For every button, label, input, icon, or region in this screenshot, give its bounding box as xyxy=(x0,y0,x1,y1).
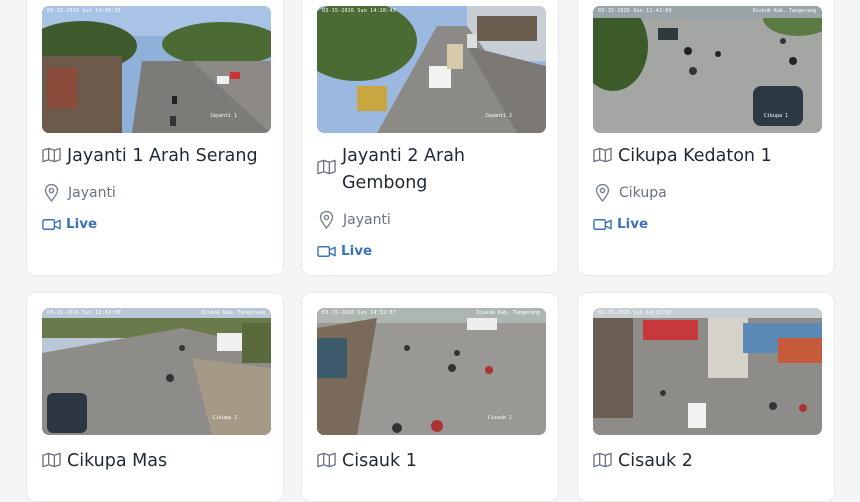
camera-overlay-label: Cikupa 2 xyxy=(212,415,237,421)
camera-card[interactable]: 03-15-2026 Sun 14:32:07 Cisauk 2 xyxy=(577,292,835,502)
camera-card[interactable]: 03-15-2026 Sun 14:32:07 Diskok Kab. Tang… xyxy=(301,292,559,502)
camera-title-row: Cisauk 2 xyxy=(593,448,828,475)
camera-caption: Diskok Kab. Tangerang xyxy=(201,310,265,316)
live-link[interactable]: Live xyxy=(42,216,97,232)
map-pin-icon xyxy=(319,211,334,229)
live-link[interactable]: Live xyxy=(317,243,372,259)
camera-title-row: Jayanti 2 Arah Gembong xyxy=(317,143,552,197)
camera-location: Cikupa xyxy=(619,185,667,201)
camera-timestamp: 03-15-2026 Sun 14:28:43 xyxy=(322,8,396,14)
camera-snapshot[interactable]: 03-15-2026 Sun 14:30:35 Jayanti 1 xyxy=(42,6,271,133)
camera-title[interactable]: Cikupa Mas xyxy=(67,448,167,475)
camera-location-row: Cikupa xyxy=(594,184,667,202)
camera-snapshot-image xyxy=(593,308,822,435)
map-icon xyxy=(593,147,612,163)
camera-title[interactable]: Cikupa Kedaton 1 xyxy=(618,143,772,170)
camera-title-row: Cikupa Mas xyxy=(42,448,277,475)
live-label[interactable]: Live xyxy=(341,243,372,259)
camera-card[interactable]: 03-15-2026 Sun 14:30:35 Jayanti 1 Jayant… xyxy=(26,0,284,276)
camera-title-row: Jayanti 1 Arah Serang xyxy=(42,143,277,170)
camera-title[interactable]: Jayanti 1 Arah Serang xyxy=(67,143,258,170)
map-pin-icon xyxy=(595,184,610,202)
camera-snapshot[interactable]: 03-15-2026 Sun 14:28:43 Jayanti 2 xyxy=(317,6,546,133)
camera-timestamp: 03-15-2026 Sun 12:42:00 xyxy=(47,310,121,316)
map-icon xyxy=(593,452,612,468)
live-label[interactable]: Live xyxy=(66,216,97,232)
camera-location-row: Jayanti xyxy=(318,211,391,229)
video-camera-icon xyxy=(42,218,61,230)
camera-snapshot[interactable]: 03-15-2026 Sun 14:32:07 Diskok Kab. Tang… xyxy=(317,308,546,435)
camera-overlay-label: Jayanti 1 xyxy=(209,113,237,119)
camera-card[interactable]: 03-15-2026 Sun 12:42:00 Diskok Kab. Tang… xyxy=(26,292,284,502)
video-camera-icon xyxy=(593,218,612,230)
camera-location-row: Jayanti xyxy=(43,184,116,202)
camera-title[interactable]: Jayanti 2 Arah Gembong xyxy=(342,143,542,197)
camera-timestamp: 03-15-2026 Sun 12:42:00 xyxy=(598,8,672,14)
camera-location: Jayanti xyxy=(68,185,116,201)
live-link[interactable]: Live xyxy=(593,216,648,232)
camera-card[interactable]: 03-15-2026 Sun 12:42:00 Diskok Kab. Tang… xyxy=(577,0,835,276)
video-camera-icon xyxy=(317,245,336,257)
camera-title-row: Cikupa Kedaton 1 xyxy=(593,143,828,170)
camera-timestamp: 03-15-2026 Sun 14:32:07 xyxy=(322,310,396,316)
map-icon xyxy=(317,452,336,468)
map-icon xyxy=(317,159,336,175)
map-pin-icon xyxy=(44,184,59,202)
camera-snapshot[interactable]: 03-15-2026 Sun 12:42:00 Diskok Kab. Tang… xyxy=(593,6,822,133)
camera-timestamp: 03-15-2026 Sun 14:30:35 xyxy=(47,8,121,14)
camera-overlay-label: Cisauk 1 xyxy=(487,415,512,421)
camera-card[interactable]: 03-15-2026 Sun 14:28:43 Jayanti 2 Jayant… xyxy=(301,0,559,276)
live-label[interactable]: Live xyxy=(617,216,648,232)
camera-snapshot[interactable]: 03-15-2026 Sun 12:42:00 Diskok Kab. Tang… xyxy=(42,308,271,435)
camera-snapshot[interactable]: 03-15-2026 Sun 14:32:07 xyxy=(593,308,822,435)
camera-caption: Diskok Kab. Tangerang xyxy=(752,8,816,14)
camera-location: Jayanti xyxy=(343,212,391,228)
camera-timestamp: 03-15-2026 Sun 14:32:07 xyxy=(598,310,672,316)
camera-overlay-label: Jayanti 2 xyxy=(484,113,512,119)
camera-caption: Diskok Kab. Tangerang xyxy=(476,310,540,316)
camera-title[interactable]: Cisauk 2 xyxy=(618,448,693,475)
map-icon xyxy=(42,452,61,468)
camera-overlay-label: Cikupa 1 xyxy=(763,113,788,119)
camera-title[interactable]: Cisauk 1 xyxy=(342,448,417,475)
map-icon xyxy=(42,147,61,163)
camera-title-row: Cisauk 1 xyxy=(317,448,552,475)
